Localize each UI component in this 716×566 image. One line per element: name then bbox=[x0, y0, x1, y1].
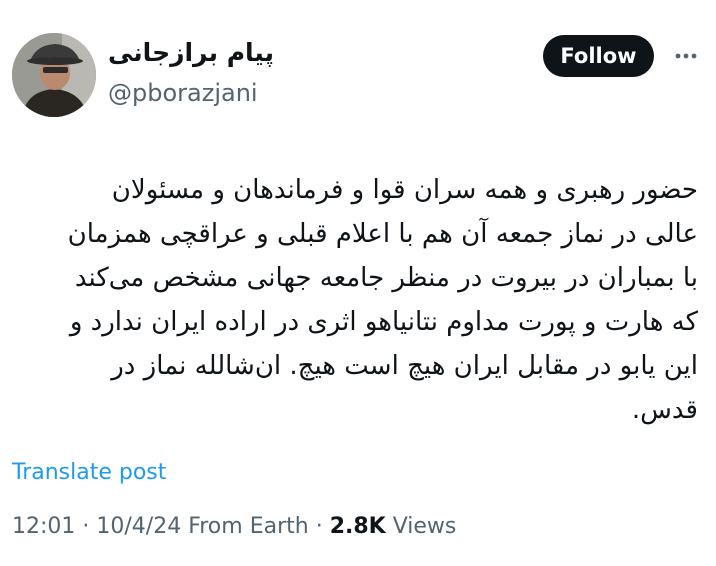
more-horizontal-icon bbox=[675, 53, 697, 59]
author-handle[interactable]: @pborazjani bbox=[108, 78, 258, 108]
post-line: که هارت و پورت مداوم نتانیاهو اثری در ار… bbox=[69, 307, 698, 337]
translate-post-link[interactable]: Translate post bbox=[12, 457, 166, 489]
avatar-image bbox=[12, 33, 96, 117]
post-date[interactable]: 10/4/24 bbox=[96, 514, 181, 539]
post-line: با بمباران در بیروت در منظر جامعه جهانی … bbox=[74, 263, 698, 293]
post-time[interactable]: 12:01 bbox=[12, 514, 75, 539]
post-line: عالی در نماز جمعه آن هم با اعلام قبلی و … bbox=[67, 219, 698, 249]
avatar[interactable] bbox=[12, 33, 96, 117]
post-metadata: 12:01 · 10/4/24 From Earth · 2.8K Views bbox=[12, 510, 456, 544]
post-line: این یابو در مقابل ایران هیچ است هیچ. ان‌… bbox=[111, 351, 698, 381]
separator-dot: · bbox=[75, 514, 97, 539]
post-text: حضور رهبری و همه سران قوا و فرماندهان و … bbox=[0, 168, 698, 432]
views-label: Views bbox=[385, 514, 457, 539]
more-options-button[interactable] bbox=[670, 40, 702, 72]
post-line: حضور رهبری و همه سران قوا و فرماندهان و … bbox=[111, 175, 698, 205]
views-count[interactable]: 2.8K bbox=[330, 514, 386, 539]
separator-dot: · bbox=[308, 514, 330, 539]
post-line: قدس. bbox=[631, 395, 698, 425]
follow-button[interactable]: Follow bbox=[543, 35, 654, 77]
post-source: From Earth bbox=[181, 514, 309, 539]
author-name[interactable]: پیام برازجانی bbox=[108, 36, 274, 70]
